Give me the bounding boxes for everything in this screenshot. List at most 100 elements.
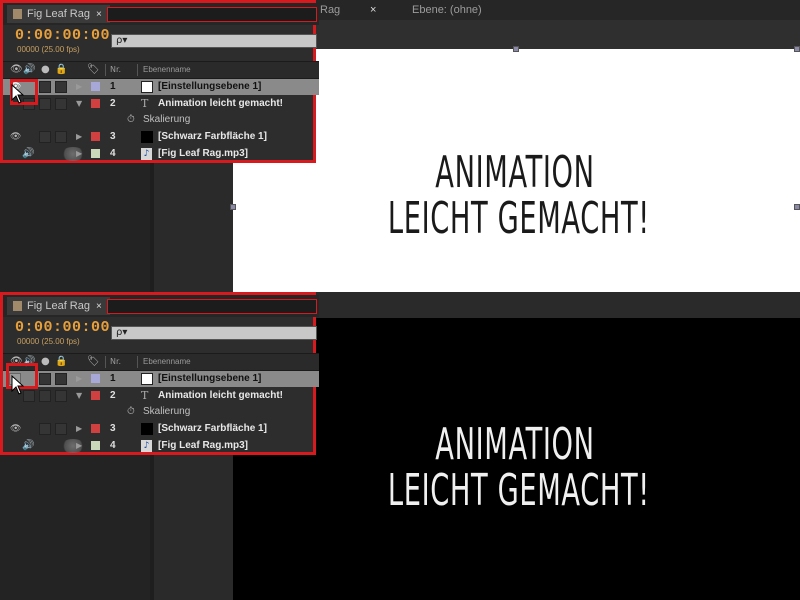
expand-triangle-icon[interactable]: ▶ xyxy=(76,129,82,145)
comp-pasteboard xyxy=(150,455,233,600)
timeline-panel: Fig Leaf Rag × 0:00:00:00 00000 (25.00 fp… xyxy=(0,0,319,163)
expand-triangle-icon[interactable]: ▶ xyxy=(76,421,82,437)
timeline-tab-label: Fig Leaf Rag xyxy=(27,300,90,312)
layer-swatch xyxy=(141,131,153,143)
speaker-icon[interactable]: 🔊 xyxy=(22,438,34,454)
layer-number: 1 xyxy=(110,81,116,92)
expand-triangle-icon[interactable]: ▶ xyxy=(76,438,82,454)
label-tag-icon: 🏷 xyxy=(87,356,100,367)
label-color[interactable] xyxy=(91,149,100,158)
layer-row[interactable]: ▶ 1 [Einstellungsebene 1] xyxy=(3,371,319,387)
expand-triangle-icon[interactable]: ▶ xyxy=(76,371,82,387)
composition-icon xyxy=(13,301,22,311)
frame-rate-display: 00000 (25.00 fps) xyxy=(17,45,80,54)
current-time-display[interactable]: 0:00:00:00 xyxy=(15,27,110,44)
column-divider xyxy=(137,356,138,368)
audio-file-icon: ♪ xyxy=(141,440,152,452)
timeline-tab[interactable]: Fig Leaf Rag × xyxy=(7,5,110,23)
speaker-icon[interactable]: 🔊 xyxy=(22,146,34,162)
eye-icon: 👁 xyxy=(10,64,23,75)
collapse-triangle-icon[interactable]: ▼ xyxy=(76,388,82,404)
close-icon[interactable]: × xyxy=(96,301,102,312)
layer-number: 1 xyxy=(110,373,116,384)
bottom-screenshot: ANIMATION LEICHT GEMACHT! Fig Leaf Rag × … xyxy=(0,292,800,600)
property-row[interactable]: ⏱ Skalierung xyxy=(3,404,319,420)
solo-checkbox[interactable] xyxy=(39,131,51,143)
bounding-handle[interactable] xyxy=(794,204,800,210)
layer-swatch xyxy=(141,373,153,385)
label-color[interactable] xyxy=(91,99,100,108)
stopwatch-icon[interactable]: ⏱ xyxy=(127,404,135,420)
stopwatch-icon[interactable]: ⏱ xyxy=(127,112,135,128)
title-line-2: LEICHT GEMACHT! xyxy=(387,193,650,244)
layer-name[interactable]: [Einstellungsebene 1] xyxy=(158,79,261,95)
solo-checkbox[interactable] xyxy=(39,98,51,110)
layer-header-row: 👁 🔊 ● 🔒 🏷 Nr. Ebenenname xyxy=(3,61,319,79)
expand-triangle-icon[interactable]: ▶ xyxy=(76,79,82,95)
lock-checkbox[interactable] xyxy=(55,98,67,110)
layer-name[interactable]: [Schwarz Farbfläche 1] xyxy=(158,129,267,145)
current-time-display[interactable]: 0:00:00:00 xyxy=(15,319,110,336)
layer-name[interactable]: Animation leicht gemacht! xyxy=(158,96,283,112)
lock-checkbox[interactable] xyxy=(55,390,67,402)
label-color[interactable] xyxy=(91,441,100,450)
collapse-triangle-icon[interactable]: ▼ xyxy=(76,96,82,112)
bounding-handle[interactable] xyxy=(230,204,236,210)
layer-name[interactable]: [Schwarz Farbfläche 1] xyxy=(158,421,267,437)
label-color[interactable] xyxy=(91,424,100,433)
layer-name[interactable]: [Fig Leaf Rag.mp3] xyxy=(158,438,248,454)
timeline-panel: Fig Leaf Rag × 0:00:00:00 00000 (25.00 fp… xyxy=(0,292,319,455)
search-icon: ρ▾ xyxy=(116,35,128,46)
timeline-tab[interactable]: Fig Leaf Rag × xyxy=(7,297,110,315)
label-color[interactable] xyxy=(91,391,100,400)
label-color[interactable] xyxy=(91,132,100,141)
property-row[interactable]: ⏱ Skalierung xyxy=(3,112,319,128)
layer-name[interactable]: [Einstellungsebene 1] xyxy=(158,371,261,387)
solo-checkbox[interactable] xyxy=(39,81,51,93)
expand-triangle-icon[interactable]: ▶ xyxy=(76,146,82,162)
tab-strip xyxy=(107,299,317,314)
layer-row[interactable]: 🔊 ▶ 4 ♪ [Fig Leaf Rag.mp3] xyxy=(3,438,319,454)
layer-number: 2 xyxy=(110,98,116,109)
close-icon[interactable]: × xyxy=(96,9,102,20)
column-divider xyxy=(137,64,138,76)
search-icon: ρ▾ xyxy=(116,327,128,338)
layer-header-row: 👁 🔊 ● 🔒 🏷 Nr. Ebenenname xyxy=(3,353,319,371)
lock-checkbox[interactable] xyxy=(55,81,67,93)
layer-viewer-tab[interactable]: Ebene: (ohne) xyxy=(412,0,482,20)
layer-name[interactable]: Animation leicht gemacht! xyxy=(158,388,283,404)
comp-title-text: ANIMATION LEICHT GEMACHT! xyxy=(387,422,650,516)
layer-row[interactable]: ▼ 2 T Animation leicht gemacht! xyxy=(3,388,319,404)
layer-row[interactable]: ▼ 2 T Animation leicht gemacht! xyxy=(3,96,319,112)
layer-row[interactable]: 🔊 ▶ 4 ♪ [Fig Leaf Rag.mp3] xyxy=(3,146,319,162)
comp-tab-label[interactable]: Rag xyxy=(320,0,340,20)
layer-name[interactable]: [Fig Leaf Rag.mp3] xyxy=(158,146,248,162)
timeline-tab-label: Fig Leaf Rag xyxy=(27,8,90,20)
label-color[interactable] xyxy=(91,82,100,91)
label-color[interactable] xyxy=(91,374,100,383)
search-input[interactable]: ρ▾ xyxy=(111,34,317,48)
visibility-eye-icon[interactable]: 👁 xyxy=(10,129,21,145)
layer-row[interactable]: 👁 ▶ 3 [Schwarz Farbfläche 1] xyxy=(3,129,319,145)
bounding-handle[interactable] xyxy=(513,46,519,52)
solo-checkbox[interactable] xyxy=(39,390,51,402)
layer-row[interactable]: 👁 ▶ 3 [Schwarz Farbfläche 1] xyxy=(3,421,319,437)
column-layer-name: Ebenenname xyxy=(143,357,191,366)
layer-row[interactable]: 👁 ▶ 1 [Einstellungsebene 1] xyxy=(3,79,319,95)
lock-checkbox[interactable] xyxy=(55,131,67,143)
comp-tab-close-icon[interactable]: × xyxy=(370,0,376,20)
solo-checkbox[interactable] xyxy=(39,373,51,385)
title-line-1: ANIMATION xyxy=(435,147,595,198)
bounding-handle[interactable] xyxy=(794,46,800,52)
lock-checkbox[interactable] xyxy=(55,373,67,385)
visibility-eye-icon[interactable]: 👁 xyxy=(10,421,21,437)
text-layer-icon: T xyxy=(141,97,149,110)
layer-number: 2 xyxy=(110,390,116,401)
solo-checkbox[interactable] xyxy=(39,423,51,435)
layer-number: 4 xyxy=(110,440,116,451)
panel-divider xyxy=(150,455,154,600)
solo-icon: ● xyxy=(41,64,50,75)
search-input[interactable]: ρ▾ xyxy=(111,326,317,340)
lock-checkbox[interactable] xyxy=(55,423,67,435)
title-line-2: LEICHT GEMACHT! xyxy=(387,465,650,516)
